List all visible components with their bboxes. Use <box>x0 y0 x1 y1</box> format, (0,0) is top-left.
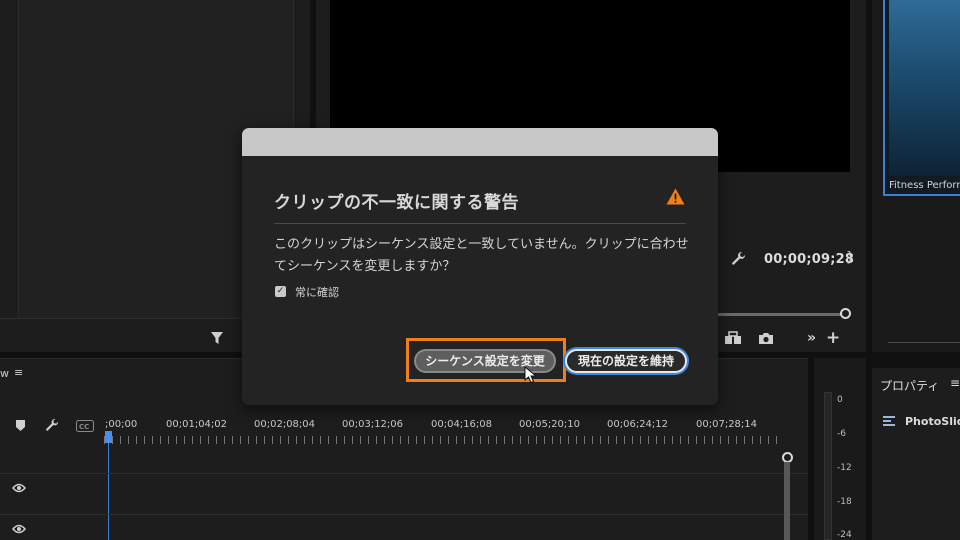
timeline-tab-menu-icon[interactable]: ≡ <box>14 366 23 379</box>
ruler-label: 00;02;08;04 <box>254 419 316 430</box>
playhead-handle[interactable] <box>105 431 112 443</box>
dialog-title: クリップの不一致に関する警告 <box>274 193 519 213</box>
mouse-cursor-icon <box>524 365 538 384</box>
ruler-label-start: ;00;00 <box>105 419 138 430</box>
panel-divider <box>888 342 960 343</box>
track-divider <box>0 514 808 515</box>
always-ask-checkbox[interactable]: ✓ <box>275 286 286 297</box>
clip-thumbnail-label: Fitness Perforr <box>889 180 960 191</box>
double-chevron-icon[interactable]: » <box>807 331 816 345</box>
wrench-icon[interactable] <box>731 251 746 269</box>
meter-label: -6 <box>837 429 846 439</box>
filter-icon[interactable] <box>210 331 224 348</box>
marker-icon[interactable] <box>16 420 25 434</box>
warning-icon <box>666 188 685 205</box>
meter-label: -24 <box>837 530 852 540</box>
properties-tab[interactable]: プロパティ <box>880 377 939 394</box>
ruler-label: 00;05;20;10 <box>519 419 581 430</box>
monitor-scrub-track[interactable] <box>712 313 844 316</box>
export-frame-icon[interactable] <box>724 331 742 348</box>
properties-item-name[interactable]: PhotoSlide <box>905 415 960 428</box>
timeline-ruler[interactable] <box>104 436 780 444</box>
meter-label: -18 <box>837 497 852 507</box>
eye-icon[interactable] <box>12 523 26 537</box>
dialog-titlebar[interactable] <box>242 128 718 156</box>
camera-icon[interactable] <box>758 332 774 348</box>
track-divider <box>0 473 808 474</box>
playhead-timecode[interactable]: 00;00;09;28 <box>764 252 854 267</box>
audio-meter-bar <box>824 392 832 540</box>
clip-mismatch-dialog: クリップの不一致に関する警告 このクリップはシーケンス設定と一致していません。ク… <box>242 128 718 405</box>
meter-label: -12 <box>837 463 852 473</box>
sequence-icon <box>882 414 896 431</box>
always-ask-label[interactable]: 常に確認 <box>295 284 339 300</box>
playhead-line <box>108 443 109 540</box>
ruler-label: 00;03;12;06 <box>342 419 404 430</box>
ruler-label: 00;06;24;12 <box>607 419 669 430</box>
svg-text:CC: CC <box>79 423 89 431</box>
timecode-brace: } <box>846 250 855 265</box>
meter-label: 0 <box>837 395 843 405</box>
dialog-message: このクリップはシーケンス設定と一致していません。クリップに合わせてシーケンスを変… <box>274 237 689 274</box>
ruler-label: 00;01;04;02 <box>166 419 228 430</box>
timeline-tab-label[interactable]: w <box>0 367 9 380</box>
properties-menu-icon[interactable]: ≡ <box>950 376 960 390</box>
plus-icon[interactable]: + <box>826 330 840 347</box>
dialog-divider <box>274 223 686 224</box>
clip-thumbnail-image[interactable] <box>889 0 960 176</box>
timeline-vertical-scrollbar[interactable] <box>784 462 790 540</box>
ruler-label: 00;07;28;14 <box>696 419 758 430</box>
timeline-wrench-icon[interactable] <box>45 418 59 435</box>
ruler-label: 00;04;16;08 <box>431 419 493 430</box>
eye-icon[interactable] <box>12 482 26 496</box>
closed-caption-icon[interactable]: CC <box>76 420 94 435</box>
audio-meter-panel <box>814 358 866 540</box>
monitor-scrub-handle[interactable] <box>840 308 851 319</box>
keep-current-settings-button[interactable]: 現在の設定を維持 <box>565 349 687 373</box>
